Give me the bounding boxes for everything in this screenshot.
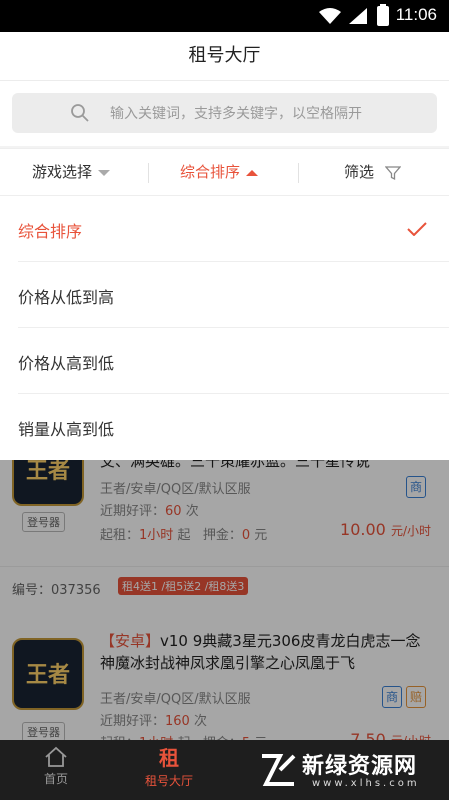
tab-home[interactable]: 首页	[30, 746, 82, 787]
login-tool-badge: 登号器	[22, 512, 65, 532]
divider	[298, 163, 299, 183]
tab-rental-hall-label: 租号大厅	[144, 774, 193, 788]
wifi-icon	[319, 8, 341, 24]
platform-tag: 【安卓】	[100, 632, 161, 650]
screen-label: 筛选	[344, 163, 375, 181]
sort-option-label: 综合排序	[18, 222, 83, 241]
search-input[interactable]: 输入关键词，支持多关键字，以空格隔开	[12, 93, 437, 133]
listing-card[interactable]: 王者 登号器 艾、满英雄。三十策耀赤蓝。三十星传说 王者/安卓/QQ区/默认区服…	[0, 434, 449, 566]
sort-option-price-asc[interactable]: 价格从低到高	[18, 262, 449, 328]
sort-filter[interactable]: 综合排序	[180, 161, 259, 182]
listing-rating: 近期好评：60 次	[100, 504, 199, 519]
merchant-badge: 商	[406, 476, 426, 498]
watermark: 新绿资源网 www.xlhs.com	[258, 748, 443, 794]
signal-icon	[349, 8, 367, 24]
sort-label: 综合排序	[180, 163, 241, 181]
game-icon: 王者	[12, 638, 84, 710]
rental-hall-icon: 租	[159, 746, 179, 770]
search-area: 输入关键词，支持多关键字，以空格隔开	[0, 80, 449, 146]
listing-price: 10.00 元/小时	[340, 520, 431, 539]
filter-bar: 游戏选择 综合排序 筛选	[0, 148, 449, 196]
home-icon	[45, 746, 67, 767]
listing-title: 【安卓】v10 9典藏3星元306皮青龙白虎志一念神魔冰封战神凤求凰引擎之心凤凰…	[100, 632, 421, 672]
tab-home-label: 首页	[43, 772, 68, 786]
merchant-badge: 商	[382, 686, 402, 708]
clock: 11:06	[395, 5, 437, 24]
sort-option-label: 销量从高到低	[18, 420, 115, 439]
funnel-icon	[384, 165, 402, 180]
chevron-up-icon	[246, 169, 259, 176]
screen-filter[interactable]: 筛选	[344, 161, 402, 182]
sort-option-sales-desc[interactable]: 销量从高到低	[18, 394, 449, 460]
listing-meta: 王者/安卓/QQ区/默认区服	[100, 482, 251, 497]
listing-card[interactable]: 王者 登号器 【安卓】v10 9典藏3星元306皮青龙白虎志一念神魔冰封战神凤求…	[0, 620, 449, 751]
login-tool-badge: 登号器	[22, 722, 65, 742]
promo-badge: 租4送1 /租5送2 /租8送3	[118, 577, 249, 595]
sort-option-price-desc[interactable]: 价格从高到低	[18, 328, 449, 394]
search-icon	[71, 104, 89, 122]
divider	[148, 163, 149, 183]
sort-dropdown: 综合排序 价格从低到高 价格从高到低 销量从高到低	[0, 196, 449, 460]
sort-option-label: 价格从高到低	[18, 354, 115, 373]
check-icon	[407, 222, 427, 236]
sort-option-label: 价格从低到高	[18, 288, 115, 307]
watermark-text: 新绿资源网	[302, 754, 418, 779]
status-bar: 11:06	[0, 0, 449, 32]
listing-id-row: 编号：037356 租4送1 /租5送2 /租8送3	[0, 566, 449, 606]
listing-id: 编号：037356	[12, 583, 101, 598]
watermark-url: www.xlhs.com	[312, 778, 420, 789]
game-select-label: 游戏选择	[32, 163, 93, 181]
listing-meta: 王者/安卓/QQ区/默认区服	[100, 692, 251, 707]
chevron-down-icon	[98, 169, 111, 176]
tab-rental-hall[interactable]: 租 租号大厅	[138, 746, 200, 789]
watermark-logo-icon	[262, 754, 296, 786]
page-title: 租号大厅	[0, 32, 449, 80]
sort-option-comprehensive[interactable]: 综合排序	[18, 196, 449, 262]
search-placeholder: 输入关键词，支持多关键字，以空格隔开	[110, 106, 362, 122]
compensation-badge: 赔	[406, 686, 426, 708]
listing-rating: 近期好评：160 次	[100, 714, 207, 729]
battery-icon	[377, 4, 389, 26]
listing-rent-info: 起租：1小时 起 押金：0 元	[100, 528, 268, 543]
game-select-filter[interactable]: 游戏选择	[32, 161, 111, 182]
